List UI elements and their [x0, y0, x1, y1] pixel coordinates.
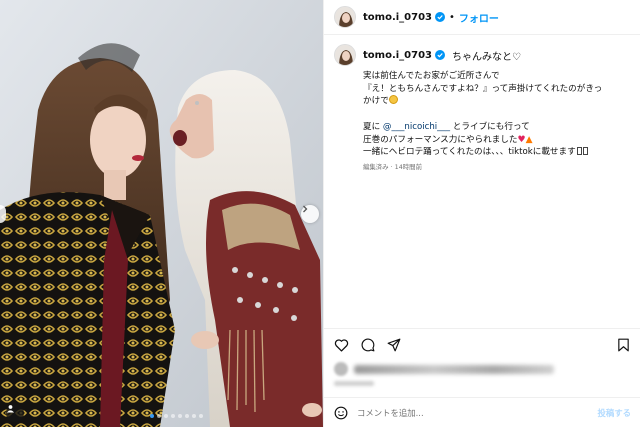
verified-badge-icon — [435, 12, 445, 22]
post-header: tomo.i_0703 • フォロー — [324, 0, 640, 35]
caption-username[interactable]: tomo.i_0703 — [363, 50, 432, 61]
heart-emoji-icon: ♥ — [517, 134, 526, 145]
caption-line-text: 一緒にヘビロテ踊ってくれたのは、、、tiktokに載せます — [363, 147, 576, 158]
fire-emoji-icon: ▲ — [525, 134, 533, 145]
carousel-dot — [164, 414, 168, 418]
caption-line: かけで — [363, 95, 634, 108]
chevron-right-icon — [303, 205, 308, 213]
user-tags-button[interactable] — [6, 404, 24, 422]
unknown-emoji-icon — [582, 147, 588, 156]
follow-button[interactable]: フォロー — [459, 10, 499, 25]
comment-bar: 投稿する — [324, 397, 640, 427]
post-photo — [0, 0, 323, 427]
post-comment-button[interactable]: 投稿する — [598, 407, 632, 419]
unknown-emoji-icon — [576, 147, 582, 156]
carousel-dot — [178, 414, 182, 418]
post-meta: 編集済み · 14時間前 — [363, 162, 422, 171]
carousel-dot — [171, 414, 175, 418]
post-side-panel: tomo.i_0703 • フォロー tomo.i_0703 ちゃんみなと♡ 実… — [323, 0, 640, 427]
carousel-dot — [157, 414, 161, 418]
carousel-dot — [192, 414, 196, 418]
caption-line: 『え！ともちんさんですよね？』って声掛けてくれたのがきっ — [363, 83, 603, 94]
comment-icon[interactable] — [361, 338, 375, 352]
caption-line-text: かけで — [363, 96, 389, 107]
caption-line-text: とライブにも行って — [450, 121, 530, 132]
separator-dot: • — [449, 11, 455, 23]
carousel-dot — [199, 414, 203, 418]
avatar-image — [335, 7, 355, 27]
smile-emoji-icon — [388, 95, 398, 105]
carousel-indicator — [150, 414, 203, 418]
bookmark-icon[interactable] — [617, 338, 630, 352]
share-icon[interactable] — [387, 338, 401, 352]
post-caption: tomo.i_0703 ちゃんみなと♡ 実は前住んでたお家がご近所さんで 『え！… — [334, 44, 634, 171]
caption-line-text: 圧巻のパフォーマンス力にやられました — [363, 134, 518, 145]
liked-by-row — [334, 362, 554, 376]
user-tag-icon — [6, 405, 15, 413]
avatar[interactable] — [334, 6, 356, 28]
caption-line: 夏に @___nicoichi___ とライブにも行って — [363, 121, 634, 134]
post-date-blurred — [334, 381, 374, 386]
avatar[interactable] — [334, 44, 356, 66]
liked-by-text-blurred — [354, 364, 554, 374]
mention-link[interactable]: @___nicoichi___ — [383, 122, 450, 132]
caption-line: 実は前住んでたお家がご近所さんで — [363, 71, 500, 81]
caption-body: 実は前住んでたお家がご近所さんで 『え！ともちんさんですよね？』って声掛けてくれ… — [363, 70, 634, 159]
caption-header: tomo.i_0703 ちゃんみなと♡ — [334, 44, 634, 66]
carousel-dot — [185, 414, 189, 418]
header-username[interactable]: tomo.i_0703 — [363, 12, 432, 23]
caption-gap — [363, 108, 634, 121]
carousel-next-button[interactable] — [301, 205, 319, 223]
caption-line: 一緒にヘビロテ踊ってくれたのは、、、tiktokに載せます — [363, 146, 634, 159]
action-bar — [324, 328, 640, 358]
avatar-image — [335, 45, 355, 65]
carousel-dot — [150, 414, 154, 418]
verified-badge-icon — [435, 50, 445, 60]
liked-by-avatar — [334, 362, 348, 376]
emoji-icon[interactable] — [334, 406, 348, 420]
heart-icon[interactable] — [334, 338, 349, 352]
comment-input[interactable] — [357, 407, 598, 418]
caption-line-text: 夏に — [363, 121, 383, 132]
photo-illustration — [0, 0, 323, 427]
caption-line: 圧巻のパフォーマンス力にやられました♥▲ — [363, 134, 634, 147]
caption-intro: ちゃんみなと♡ — [452, 51, 521, 63]
